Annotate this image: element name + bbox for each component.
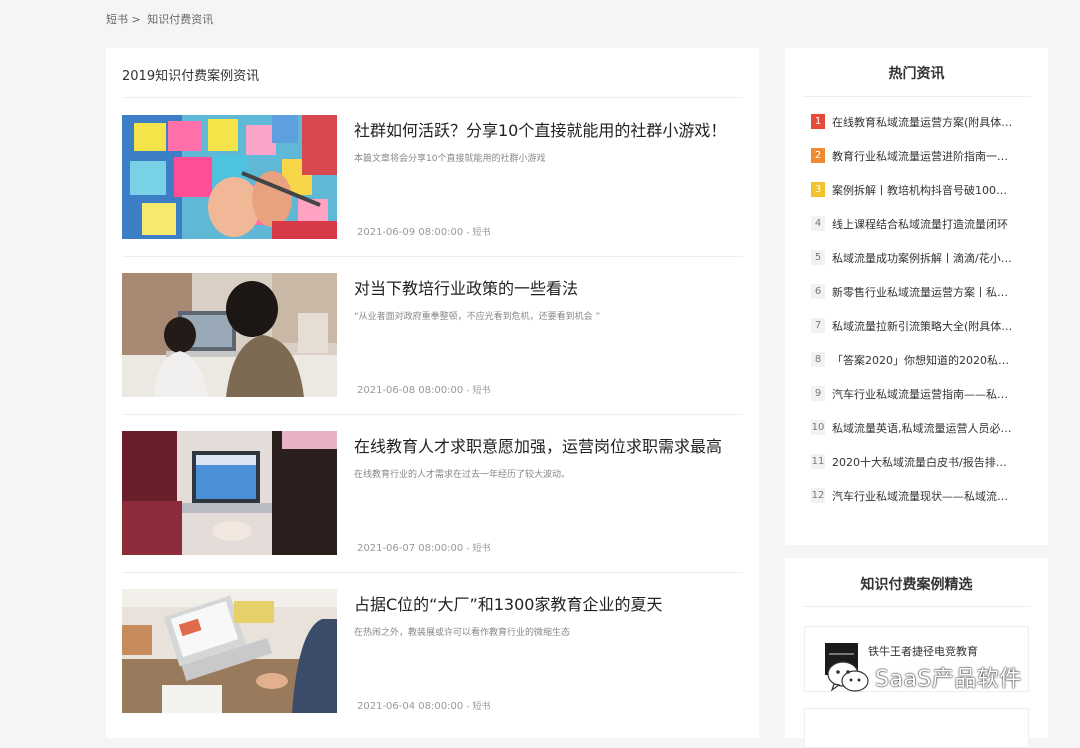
breadcrumb-current-link[interactable]: 知识付费资讯 [147,13,213,26]
hot-news-item[interactable]: 8 「答案2020」你想知道的2020私… [811,350,1031,370]
hot-rank-badge: 3 [811,182,825,197]
article-title[interactable]: 对当下教培行业政策的一些看法 [354,275,743,299]
article-thumbnail[interactable] [122,589,337,713]
desk-laptop-image [122,589,337,713]
article-item[interactable]: 对当下教培行业政策的一些看法 “从业者面对政府重拳整顿，不应光看到危机，还要看到… [122,273,743,431]
hot-news-link[interactable]: 新零售行业私域流量运营方案丨私… [832,284,1027,300]
hot-news-item[interactable]: 1 在线教育私域流量运营方案(附具体… [811,112,1031,132]
hot-news-item[interactable]: 3 案例拆解丨教培机构抖音号破100… [811,180,1031,200]
hot-news-link[interactable]: 教育行业私域流量运营进阶指南一… [832,148,1027,164]
article-date: 2021-06-08 08:00:00 [357,385,464,396]
article-source: - 短书 [466,228,491,238]
hot-news-link[interactable]: 案例拆解丨教培机构抖音号破100… [832,182,1027,198]
breadcrumb-home-link[interactable]: 短书 [106,13,128,26]
article-item[interactable]: 在线教育人才求职意愿加强，运营岗位求职需求最高 在线教育行业的人才需求在过去一年… [122,431,743,589]
featured-cases-panel: 知识付费案例精选 铁牛王者捷径电竞教育 [785,558,1048,748]
hot-rank-badge: 7 [811,318,825,333]
hot-news-link[interactable]: 汽车行业私域流量运营指南——私… [832,386,1027,402]
article-summary: 在热闹之外，教装展或许可以看作教育行业的微缩生态 [354,628,571,638]
hot-news-link[interactable]: 在线教育私域流量运营方案(附具体… [832,114,1027,130]
hot-rank-badge: 6 [811,284,825,299]
hot-news-link[interactable]: 汽车行业私域流量现状——私域流… [832,488,1027,504]
article-summary: 在线教育行业的人才需求在过去一年经历了较大波动。 [354,470,571,480]
wechat-icon [827,661,869,692]
hot-rank-badge: 10 [811,420,825,435]
hot-rank-badge: 9 [811,386,825,401]
divider [802,606,1031,607]
hot-rank-badge: 11 [811,454,825,469]
watermark-text: SaaS产品软件 [875,667,1022,692]
hot-rank-badge: 12 [811,488,825,503]
article-summary: “从业者面对政府重拳整顿，不应光看到危机，还要看到机会 ” [354,312,601,322]
hot-news-item[interactable]: 9 汽车行业私域流量运营指南——私… [811,384,1031,404]
hot-news-link[interactable]: 私域流量拉新引流策略大全(附具体… [832,318,1027,334]
article-thumbnail[interactable] [122,431,337,555]
article-source: - 短书 [466,702,491,712]
article-meta: 2021-06-04 08:00:00 - 短书 [357,699,491,712]
hot-news-link[interactable]: 2020十大私域流量白皮书/报告排… [832,454,1027,470]
article-meta: 2021-06-09 08:00:00 - 短书 [357,225,491,238]
breadcrumb: 短书 > 知识付费资讯 [106,11,213,27]
hot-news-title: 热门资讯 [888,66,945,82]
article-meta: 2021-06-07 08:00:00 - 短书 [357,541,491,554]
featured-cases-title: 知识付费案例精选 [860,577,973,593]
case-card[interactable] [804,708,1029,748]
article-thumbnail[interactable] [122,115,337,239]
page-title: 2019知识付费案例资讯 [122,69,260,84]
article-item[interactable]: 占据C位的“大厂”和1300家教育企业的夏天 在热闹之外，教装展或许可以看作教育… [122,589,743,747]
article-source: - 短书 [466,544,491,554]
hot-news-item[interactable]: 5 私域流量成功案例拆解丨滴滴/花小… [811,248,1031,268]
case-name[interactable]: 铁牛王者捷径电竞教育 [868,643,978,659]
laptop-workspace-image [122,431,337,555]
article-source: - 短书 [466,386,491,396]
article-date: 2021-06-09 08:00:00 [357,227,464,238]
hot-news-link[interactable]: 线上课程结合私域流量打造流量闭环 [832,216,1027,232]
divider [802,96,1031,97]
hot-news-item[interactable]: 2 教育行业私域流量运营进阶指南一… [811,146,1031,166]
divider [122,414,743,415]
hot-news-item[interactable]: 4 线上课程结合私域流量打造流量闭环 [811,214,1031,234]
watermark: SaaS产品软件 [826,660,1022,694]
hot-news-item[interactable]: 11 2020十大私域流量白皮书/报告排… [811,452,1031,472]
mother-daughter-laptop-image [122,273,337,397]
article-summary: 本篇文章将会分享10个直接就能用的社群小游戏 [354,154,546,164]
hot-rank-badge: 5 [811,250,825,265]
hot-rank-badge: 2 [811,148,825,163]
article-meta: 2021-06-08 08:00:00 - 短书 [357,383,491,396]
hot-news-link[interactable]: 私域流量英语,私域流量运营人员必… [832,420,1027,436]
article-title[interactable]: 在线教育人才求职意愿加强，运营岗位求职需求最高 [354,433,743,457]
hot-news-item[interactable]: 10 私域流量英语,私域流量运营人员必… [811,418,1031,438]
hot-news-link[interactable]: 私域流量成功案例拆解丨滴滴/花小… [832,250,1027,266]
breadcrumb-separator: > [131,13,141,26]
divider [122,256,743,257]
hot-rank-badge: 8 [811,352,825,367]
article-date: 2021-06-04 08:00:00 [357,701,464,712]
article-title[interactable]: 社群如何活跃？分享10个直接就能用的社群小游戏！ [354,117,743,141]
article-title[interactable]: 占据C位的“大厂”和1300家教育企业的夏天 [354,591,743,615]
article-date: 2021-06-07 08:00:00 [357,543,464,554]
divider [122,572,743,573]
sticky-notes-image [122,115,337,239]
article-item[interactable]: 社群如何活跃？分享10个直接就能用的社群小游戏！ 本篇文章将会分享10个直接就能… [122,115,743,273]
hot-news-item[interactable]: 7 私域流量拉新引流策略大全(附具体… [811,316,1031,336]
hot-news-link[interactable]: 「答案2020」你想知道的2020私… [832,352,1027,368]
hot-rank-badge: 1 [811,114,825,129]
article-list-panel: 2019知识付费案例资讯 社群如何活跃？分享10个直接就能用的社群小游戏！ 本篇… [106,48,759,738]
hot-news-panel: 热门资讯 1 在线教育私域流量运营方案(附具体… 2 教育行业私域流量运营进阶指… [785,48,1048,545]
hot-rank-badge: 4 [811,216,825,231]
article-thumbnail[interactable] [122,273,337,397]
divider [122,97,743,98]
hot-news-item[interactable]: 12 汽车行业私域流量现状——私域流… [811,486,1031,506]
hot-news-item[interactable]: 6 新零售行业私域流量运营方案丨私… [811,282,1031,302]
